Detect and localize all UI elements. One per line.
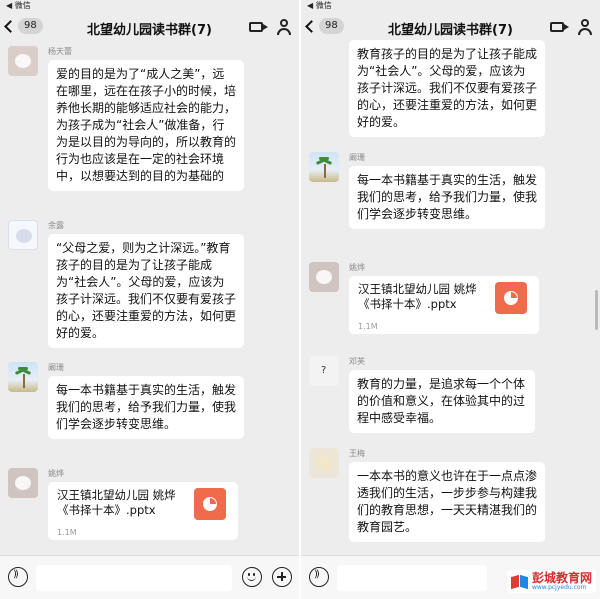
watermark-text: 彭城教育网 [531,571,592,585]
avatar[interactable] [8,362,38,392]
sender-name: 杨天蕾 [48,47,72,56]
sender-name: 阚珊 [349,153,365,162]
file-size: 1.1M [358,322,378,331]
watermark-url: www.pcjyedu.com [531,584,587,591]
avatar[interactable] [309,152,339,182]
input-bar [0,555,299,599]
message-bubble[interactable]: “父母之爱，则为之计深远。”教育孩子的目的是为了让孩子能成为“社会人”。父母的爱… [48,234,244,348]
emoji-icon[interactable] [242,567,262,587]
voice-icon[interactable] [309,567,329,587]
status-bar: ◀ 微信 [307,1,332,10]
file-name: 汉王镇北望幼儿园 姚烨《书择十本》.pptx [358,282,477,311]
message-bubble[interactable]: 一本本书的意义也许在于一点点渗透我们的生活，一步步参与构建我们的教育思想，一天天… [349,462,545,542]
avatar[interactable] [309,448,339,478]
sender-name: 阚珊 [48,363,64,372]
message-bubble[interactable]: 教育的力量，是追求每一个个体的价值和意义，在体验其中的过程中感受幸福。 [349,370,535,433]
plus-icon[interactable] [272,567,292,587]
video-call-icon[interactable] [550,22,569,32]
avatar[interactable] [309,262,339,292]
video-call-icon[interactable] [249,22,268,32]
file-card[interactable]: 汉王镇北望幼儿园 姚烨《书择十本》.pptx 1.1M [349,276,539,334]
person-icon[interactable] [277,19,291,35]
message-bubble[interactable]: 爱的目的是为了“成人之美”，远在哪里，远在在孩子小的时候，培养他长期的能够适应社… [48,60,244,191]
status-bar: ◀ 微信 [6,1,31,10]
sender-name: 姚烨 [349,263,365,272]
sender-name: 姚烨 [48,469,64,478]
message-bubble[interactable]: 教育孩子的目的是为了让孩子能成为“社会人”。父母的爱，应该为孩子计深远。我们不仅… [349,40,545,137]
voice-icon[interactable] [8,567,28,587]
watermark-logo-icon [510,574,529,590]
screenshot-composite: ◀ 微信 98 北望幼儿园读书群(7) 杨天蕾 爱的目的是为了“成人之美”，远在… [0,0,600,599]
person-icon[interactable] [578,19,592,35]
avatar[interactable] [8,46,38,76]
message-bubble[interactable]: 每一本书籍基于真实的生活，触发我们的思考，给予我们力量，使我们学会逐步转变思维。 [48,376,244,439]
chat-header: 98 北望幼儿园读书群(7) [0,12,299,44]
file-name: 汉王镇北望幼儿园 姚烨《书择十本》.pptx [57,488,176,517]
message-bubble[interactable]: 每一本书籍基于真实的生活，触发我们的思考，给予我们力量，使我们学会逐步转变思维。 [349,166,545,229]
sender-name: 王梅 [349,449,365,458]
message-input[interactable] [337,565,487,591]
pptx-file-icon [194,488,226,520]
avatar[interactable]: ? [309,356,339,386]
site-watermark: 彭城教育网 www.pcjyedu.com [506,570,596,593]
scrollbar[interactable] [595,290,598,330]
avatar[interactable] [8,468,38,498]
sender-name: 邓芙 [349,357,365,366]
left-chat-pane: ◀ 微信 98 北望幼儿园读书群(7) 杨天蕾 爱的目的是为了“成人之美”，远在… [0,0,299,599]
avatar[interactable] [8,220,38,250]
right-chat-pane: ◀ 微信 98 北望幼儿园读书群(7) 教育孩子的目的是为了让孩子能成为“社会人… [301,0,600,599]
file-size: 1.1M [57,528,77,537]
sender-name: 余露 [48,221,64,230]
file-card[interactable]: 汉王镇北望幼儿园 姚烨《书择十本》.pptx 1.1M [48,482,238,540]
message-input[interactable] [36,565,232,591]
pptx-file-icon [495,282,527,314]
